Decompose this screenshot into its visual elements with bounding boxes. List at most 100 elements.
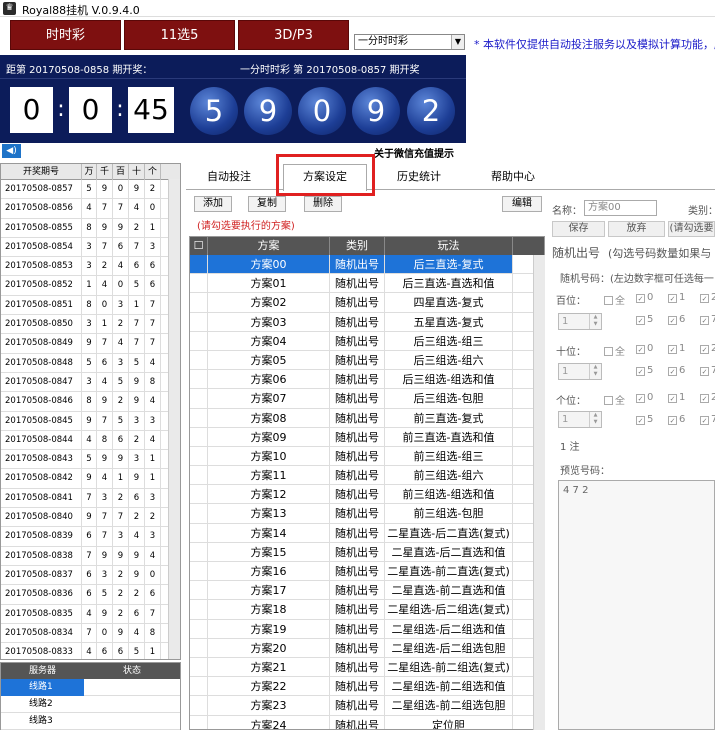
add-plan-button[interactable]: 添加: [194, 196, 232, 212]
discard-button[interactable]: 放弃: [608, 221, 665, 237]
plan-row[interactable]: 方案02 随机出号 四星直选-复式: [190, 293, 544, 313]
plan-row[interactable]: 方案01 随机出号 后三直选-直选和值: [190, 274, 544, 294]
tens-digit-checkbox[interactable]: ✓ 7: [700, 365, 715, 376]
plan-row[interactable]: 方案04 随机出号 后三组选-组三: [190, 331, 544, 351]
plan-row[interactable]: 方案13 随机出号 前三组选-包胆: [190, 504, 544, 524]
plan-row[interactable]: 方案19 随机出号 二星组选-后二组选和值: [190, 619, 544, 639]
tab-history-stats[interactable]: 历史统计: [386, 165, 452, 189]
plan-row[interactable]: 方案12 随机出号 前三组选-组选和值: [190, 485, 544, 505]
plan-row[interactable]: 方案17 随机出号 二星直选-前二直选和值: [190, 581, 544, 601]
plan-row[interactable]: 方案14 随机出号 二星直选-后二直选(复式): [190, 523, 544, 543]
ones-digit-checkbox[interactable]: ✓ 2: [700, 392, 715, 403]
plan-row[interactable]: 方案03 随机出号 五星直选-复式: [190, 312, 544, 332]
ones-digit-checkbox[interactable]: ✓ 1: [668, 392, 685, 403]
plan-row-checkbox[interactable]: [190, 408, 208, 427]
plan-row-checkbox[interactable]: [190, 562, 208, 581]
plan-row-checkbox[interactable]: [190, 523, 208, 542]
plan-row[interactable]: 方案24 随机出号 定位胆: [190, 715, 544, 729]
plan-row[interactable]: 方案15 随机出号 二星直选-后二直选和值: [190, 542, 544, 562]
hundreds-digit-checkbox[interactable]: ✓ 5: [636, 314, 653, 325]
history-period: 20170508-0854: [1, 237, 82, 257]
ones-digit-checkbox[interactable]: ✓ 0: [636, 392, 653, 403]
save-button[interactable]: 保存: [552, 221, 605, 237]
delete-plan-button[interactable]: 删除: [304, 196, 342, 212]
server-row[interactable]: 线路1: [1, 679, 180, 696]
plan-row-checkbox[interactable]: [190, 446, 208, 466]
plan-row-checkbox[interactable]: [190, 466, 208, 485]
lottery-ssc-button[interactable]: 时时彩: [10, 20, 121, 50]
plan-row[interactable]: 方案18 随机出号 二星组选-后二组选(复式): [190, 600, 544, 620]
plan-row[interactable]: 方案20 随机出号 二星组选-后二组选包胆: [190, 638, 544, 658]
ones-digit-checkbox[interactable]: ✓ 7: [700, 414, 715, 425]
lottery-11x5-button[interactable]: 11选5: [124, 20, 235, 50]
preview-numbers-box[interactable]: 4 7 2: [558, 480, 715, 730]
plan-row[interactable]: 方案00 随机出号 后三直选-复式: [190, 255, 544, 275]
copy-plan-button[interactable]: 复制: [248, 196, 286, 212]
plan-row[interactable]: 方案06 随机出号 后三组选-组选和值: [190, 370, 544, 390]
plan-row[interactable]: 方案22 随机出号 二星组选-前二组选和值: [190, 677, 544, 697]
plan-row-checkbox[interactable]: [190, 542, 208, 561]
tab-auto-bet[interactable]: 自动投注: [198, 165, 260, 189]
ones-all-checkbox[interactable]: 全: [604, 392, 625, 407]
ones-digit-checkbox[interactable]: ✓ 6: [668, 414, 685, 425]
plan-row-checkbox[interactable]: [190, 696, 208, 715]
hundreds-all-checkbox[interactable]: 全: [604, 292, 625, 307]
hundreds-digit-checkbox[interactable]: ✓ 0: [636, 292, 653, 303]
tens-digit-checkbox[interactable]: ✓ 5: [636, 365, 653, 376]
tens-digit-checkbox[interactable]: ✓ 6: [668, 365, 685, 376]
tens-digit-checkbox[interactable]: ✓ 1: [668, 343, 685, 354]
hundreds-digit-checkbox[interactable]: ✓ 1: [668, 292, 685, 303]
server-row[interactable]: 线路2: [1, 696, 180, 713]
plan-row-checkbox[interactable]: [190, 350, 208, 370]
plan-row-checkbox[interactable]: [190, 600, 208, 619]
hundreds-digit-checkbox[interactable]: ✓ 2: [700, 292, 715, 303]
plan-row-checkbox[interactable]: [190, 619, 208, 638]
hint-button[interactable]: (请勾选要: [668, 221, 715, 237]
tens-digit-checkbox[interactable]: ✓ 0: [636, 343, 653, 354]
plan-row-checkbox[interactable]: [190, 389, 208, 408]
plan-row[interactable]: 方案05 随机出号 后三组选-组六: [190, 350, 544, 371]
plan-row-checkbox[interactable]: [190, 638, 208, 657]
history-scrollbar[interactable]: [168, 179, 180, 659]
plan-row[interactable]: 方案21 随机出号 二星组选-前二组选(复式): [190, 657, 544, 678]
select-all-checkbox[interactable]: ☐: [190, 237, 208, 255]
hundreds-digit-checkbox[interactable]: ✓ 6: [668, 314, 685, 325]
plan-row-checkbox[interactable]: [190, 657, 208, 677]
plan-row-checkbox[interactable]: [190, 504, 208, 523]
speaker-icon[interactable]: ◀): [2, 144, 21, 158]
hundreds-count-stepper[interactable]: 1 ▲ ▼: [558, 313, 602, 330]
plan-name-input[interactable]: 方案00: [584, 200, 657, 216]
edit-plan-button[interactable]: 编辑: [502, 196, 542, 212]
plan-row[interactable]: 方案23 随机出号 二星组选-前二组选包胆: [190, 696, 544, 716]
chevron-down-icon[interactable]: ▼: [451, 35, 464, 49]
hundreds-digit-checkbox[interactable]: ✓ 7: [700, 314, 715, 325]
plan-row-checkbox[interactable]: [190, 715, 208, 729]
plan-row-checkbox[interactable]: [190, 293, 208, 312]
plan-row[interactable]: 方案16 随机出号 二星直选-前二直选(复式): [190, 562, 544, 582]
plan-row-checkbox[interactable]: [190, 370, 208, 389]
tens-digit-checkbox[interactable]: ✓ 2: [700, 343, 715, 354]
plan-row[interactable]: 方案08 随机出号 前三直选-复式: [190, 408, 544, 428]
tens-all-checkbox[interactable]: 全: [604, 343, 625, 358]
lottery-3d-button[interactable]: 3D/P3: [238, 20, 349, 50]
plan-row-checkbox[interactable]: [190, 312, 208, 331]
server-row[interactable]: 线路3: [1, 713, 180, 730]
plan-row-checkbox[interactable]: [190, 581, 208, 600]
plan-row[interactable]: 方案09 随机出号 前三直选-直选和值: [190, 427, 544, 447]
plan-row-checkbox[interactable]: [190, 331, 208, 350]
plan-row-checkbox[interactable]: [190, 427, 208, 446]
plan-row-checkbox[interactable]: [190, 255, 208, 274]
plan-row-checkbox[interactable]: [190, 677, 208, 696]
tab-help-center[interactable]: 帮助中心: [480, 165, 546, 189]
plan-row[interactable]: 方案10 随机出号 前三组选-组三: [190, 446, 544, 467]
plan-scrollbar[interactable]: [533, 255, 545, 730]
lottery-type-select[interactable]: 一分时时彩 ▼: [354, 34, 465, 50]
wechat-recharge-link[interactable]: 关于微信充值提示: [374, 145, 454, 160]
plan-row-checkbox[interactable]: [190, 485, 208, 504]
plan-row-checkbox[interactable]: [190, 274, 208, 293]
ones-count-stepper[interactable]: 1 ▲ ▼: [558, 411, 602, 428]
ones-digit-checkbox[interactable]: ✓ 5: [636, 414, 653, 425]
plan-row[interactable]: 方案11 随机出号 前三组选-组六: [190, 466, 544, 486]
plan-row[interactable]: 方案07 随机出号 后三组选-包胆: [190, 389, 544, 409]
tens-count-stepper[interactable]: 1 ▲ ▼: [558, 363, 602, 380]
